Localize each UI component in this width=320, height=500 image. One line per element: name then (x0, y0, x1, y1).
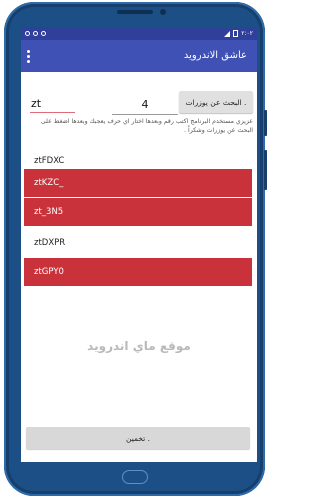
username-result-row[interactable]: ztGPY0 (24, 258, 252, 286)
app-title: عاشق الاندرويد (183, 50, 247, 61)
watermark: موقع ماي اندرويد (87, 339, 191, 353)
status-bar: ٢:٠٢ (21, 27, 257, 40)
phone-frame: ٢:٠٢ عاشق الاندرويد البحث عن يوزرات . عز… (4, 2, 265, 496)
username-result-row[interactable]: zt_3N5 (24, 198, 252, 226)
power-button[interactable] (264, 150, 267, 190)
home-button[interactable] (122, 470, 148, 484)
app-bar: عاشق الاندرويد (21, 40, 257, 72)
prefix-input[interactable] (30, 94, 75, 113)
battery-icon (233, 30, 239, 37)
earpiece-speaker (117, 10, 153, 14)
notification-icon (41, 31, 46, 36)
phone-screen: ٢:٠٢ عاشق الاندرويد البحث عن يوزرات . عز… (21, 27, 257, 462)
overflow-menu-icon[interactable] (27, 50, 30, 63)
username-result-row[interactable]: ztDXPR (24, 229, 252, 257)
notification-icon (33, 31, 38, 36)
length-input[interactable] (112, 94, 178, 115)
help-text: عزيزي مستخدم البرنامج اكتب رقم وبعدها اخ… (40, 118, 253, 134)
status-time: ٢:٠٢ (241, 30, 253, 37)
username-result-row[interactable]: ztKZC_ (24, 169, 252, 197)
guess-button[interactable]: تخمين . (26, 427, 250, 449)
signal-icon (224, 30, 231, 37)
notification-icon (25, 31, 30, 36)
volume-button[interactable] (264, 110, 267, 136)
search-usernames-button[interactable]: البحث عن يوزرات . (179, 91, 253, 113)
front-camera (160, 9, 166, 15)
